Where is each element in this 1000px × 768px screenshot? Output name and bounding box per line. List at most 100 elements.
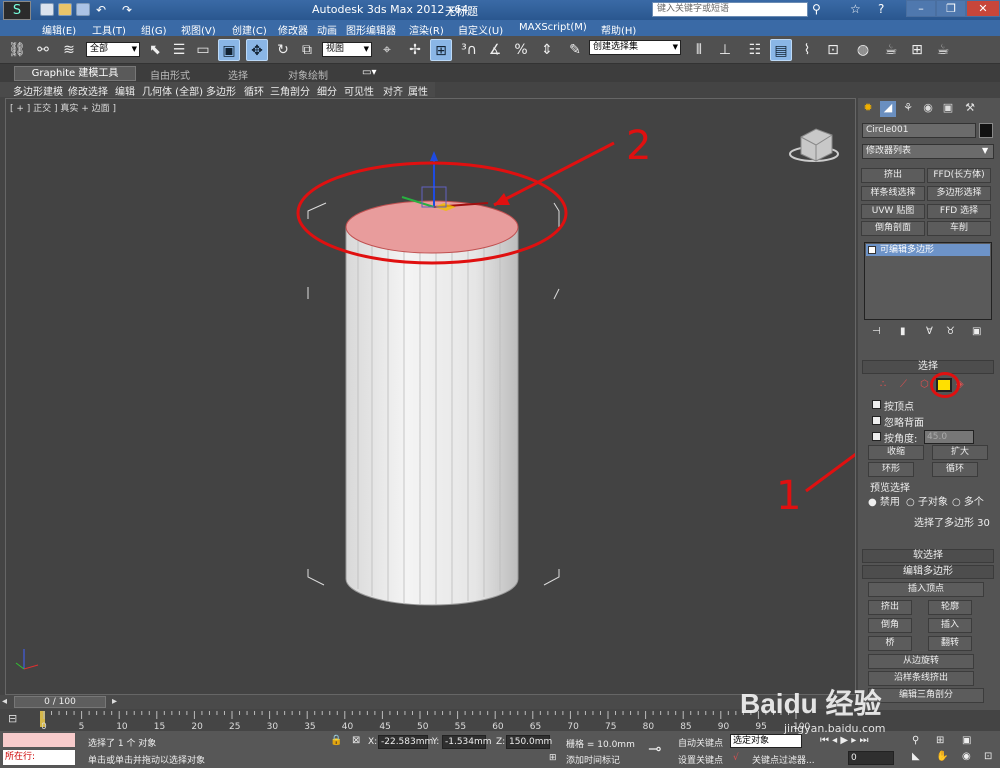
curve-editor-icon[interactable]: ⌇ (796, 39, 818, 61)
menu-modifiers[interactable]: 修改器 (278, 22, 308, 37)
loop-button[interactable]: 循环 (932, 462, 978, 477)
current-frame-field[interactable]: 0 (848, 751, 894, 765)
rendered-frame-icon[interactable]: ⊞ (906, 39, 928, 61)
maxscript-listener[interactable] (2, 732, 76, 748)
preview-multi-radio[interactable]: ○ 多个 (952, 493, 984, 508)
menu-views[interactable]: 视图(V) (181, 22, 216, 37)
hinge-button[interactable]: 从边旋转 (868, 654, 974, 669)
menu-edit[interactable]: 编辑(E) (42, 22, 76, 37)
panel-properties[interactable]: 属性 (408, 83, 428, 98)
ref-coord-dropdown[interactable]: 视图 (322, 42, 372, 57)
lock-selection-icon[interactable]: 🔒 (330, 735, 342, 746)
pivot-center-icon[interactable]: ⌖ (376, 39, 398, 61)
object-name-field[interactable]: Circle001 (862, 123, 976, 138)
add-time-tag-icon[interactable]: ⊞ (549, 753, 557, 763)
bind-spacewarp-icon[interactable]: ≋ (58, 39, 80, 61)
tab-freeform[interactable]: 自由形式 (150, 67, 190, 82)
modifier-extrude-button[interactable]: 挤出 (861, 168, 925, 183)
help-icon[interactable]: ? (878, 2, 884, 16)
percent-snap-icon[interactable]: % (510, 39, 532, 61)
track-bar-toggle-icon[interactable]: ⊟ (8, 712, 17, 725)
menu-group[interactable]: 组(G) (141, 22, 167, 37)
save-icon[interactable] (76, 3, 90, 16)
panel-polygons[interactable]: 多边形 (206, 83, 236, 98)
panel-triangulation[interactable]: 三角剖分 (270, 83, 310, 98)
render-setup-icon[interactable]: ☕ (880, 39, 902, 61)
time-slider[interactable]: ◂ 0 / 100 ▸ (0, 695, 855, 709)
tab-selection[interactable]: 选择 (228, 67, 248, 82)
menu-create[interactable]: 创建(C) (232, 22, 267, 37)
preview-subobject-radio[interactable]: ○ 子对象 (906, 493, 948, 508)
soft-selection-rollout-header[interactable]: 软选择 (862, 549, 994, 563)
menu-tools[interactable]: 工具(T) (92, 22, 126, 37)
menu-customize[interactable]: 自定义(U) (458, 22, 503, 37)
modify-tab-icon[interactable]: ◢ (880, 101, 896, 117)
align-icon[interactable]: ⊥ (714, 39, 736, 61)
add-time-tag[interactable]: 添加时间标记 (566, 753, 620, 766)
close-button[interactable]: ✕ (966, 0, 1000, 17)
panel-modify-selection[interactable]: 修改选择 (68, 83, 108, 98)
show-end-result-icon[interactable]: ▮ (900, 326, 906, 337)
panel-align[interactable]: 对齐 (383, 83, 403, 98)
new-file-icon[interactable] (40, 3, 54, 16)
selection-rollout-header[interactable]: 选择 (862, 360, 994, 374)
display-tab-icon[interactable]: ▣ (940, 101, 956, 117)
selection-filter-dropdown[interactable]: 全部 (86, 42, 140, 57)
ignore-backfacing-checkbox[interactable] (872, 416, 881, 425)
remove-modifier-icon[interactable]: ♉ (946, 326, 955, 337)
ring-button[interactable]: 环形 (868, 462, 914, 477)
star-icon[interactable]: ☆ (850, 2, 861, 16)
modifier-list-arrow-icon[interactable]: ▼ (982, 146, 988, 155)
maximize-button[interactable]: ❐ (936, 0, 966, 17)
motion-tab-icon[interactable]: ◉ (920, 101, 936, 117)
vertex-subobject-icon[interactable]: ∴ (880, 379, 886, 390)
open-file-icon[interactable] (58, 3, 72, 16)
modifier-list-dropdown[interactable]: 修改器列表 (862, 144, 994, 159)
modifier-stack[interactable]: 可编辑多边形 (864, 242, 992, 320)
render-production-icon[interactable]: ☕ (932, 39, 954, 61)
key-icon[interactable]: ⊸ (648, 739, 661, 758)
key-filters-button[interactable]: 关键点过滤器... (752, 753, 815, 766)
mirror-icon[interactable]: ⫴ (688, 39, 710, 61)
orbit-icon[interactable]: ◉ (962, 751, 971, 762)
track-bar[interactable]: ⊟ 0 5 10 15 20 25 30 35 40 45 50 55 60 65 70 75 80 85 90 95… (0, 709, 855, 731)
angle-snap-icon[interactable]: ∡ (484, 39, 506, 61)
unlink-icon[interactable]: ⚯ (32, 39, 54, 61)
rotate-icon[interactable]: ↻ (272, 39, 294, 61)
modifier-spline-select-button[interactable]: 样条线选择 (861, 186, 925, 201)
select-object-icon[interactable]: ⬉ (144, 39, 166, 61)
panel-polygon-modeling[interactable]: 多边形建模 (13, 83, 63, 98)
app-logo-icon[interactable]: S (3, 1, 31, 20)
time-next-icon[interactable]: ▸ (112, 696, 117, 707)
menu-help[interactable]: 帮助(H) (601, 22, 636, 37)
link-icon[interactable]: ⛓ (6, 39, 28, 61)
undo-icon[interactable]: ↶ (96, 3, 110, 17)
bridge-button[interactable]: 桥 (868, 636, 912, 651)
time-slider-thumb[interactable]: 0 / 100 (14, 696, 106, 708)
panel-geometry-all[interactable]: 几何体 (全部) (142, 83, 203, 98)
scale-icon[interactable]: ⧉ (296, 39, 318, 61)
viewcube-icon[interactable] (789, 128, 839, 162)
create-tab-icon[interactable]: ✹ (860, 101, 876, 117)
maxscript-running-field[interactable]: 所在行: (2, 749, 76, 766)
utilities-tab-icon[interactable]: ⚒ (962, 101, 978, 117)
inset-button[interactable]: 插入 (928, 618, 972, 633)
menu-rendering[interactable]: 渲染(R) (409, 22, 444, 37)
pin-stack-icon[interactable]: ⊣ (872, 326, 881, 337)
y-coordinate-field[interactable]: -1.534mm (442, 735, 492, 749)
extrude-button[interactable]: 挤出 (868, 600, 912, 615)
bevel-button[interactable]: 倒角 (868, 618, 912, 633)
field-of-view-icon[interactable]: ◣ (912, 751, 920, 762)
menu-maxscript[interactable]: MAXScript(M) (519, 22, 587, 33)
modifier-poly-select-button[interactable]: 多边形选择 (927, 186, 991, 201)
selected-top-polygon[interactable] (345, 200, 519, 254)
modifier-ffd-select-button[interactable]: FFD 选择 (927, 204, 991, 219)
panel-edit[interactable]: 编辑 (115, 83, 135, 98)
angle-spinner[interactable]: 45.0 (924, 430, 974, 444)
modifier-bevel-profile-button[interactable]: 倒角剖面 (861, 221, 925, 236)
edit-named-sel-icon[interactable]: ✎ (564, 39, 586, 61)
make-unique-icon[interactable]: ∀ (926, 326, 933, 337)
keyboard-shortcut-icon[interactable]: ⊞ (430, 39, 452, 61)
x-coordinate-field[interactable]: -22.583mm (378, 735, 433, 749)
hierarchy-tab-icon[interactable]: ⚘ (900, 101, 916, 117)
